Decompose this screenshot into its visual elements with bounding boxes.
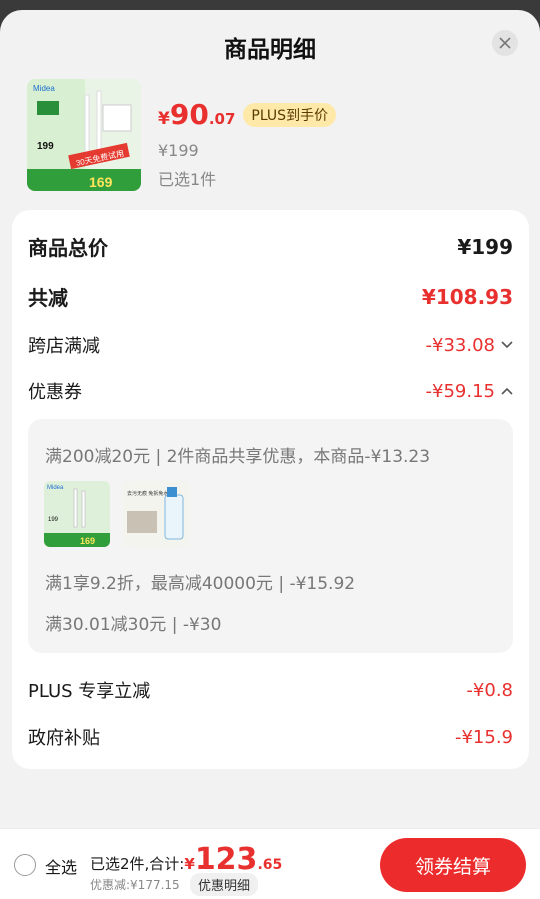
coupon-line-1: 满200减20元 | 2件商品共享优惠，本商品-¥13.23	[45, 447, 431, 467]
coupon-product-image-1[interactable]: Midea 199 169	[44, 481, 110, 547]
coupon-row[interactable]: 优惠券 -¥59.15	[28, 378, 513, 404]
plus-row: PLUS 专享立减 -¥0.8	[28, 677, 513, 703]
price-decimal: .07	[208, 110, 236, 128]
discount-detail-button[interactable]: 优惠明细	[190, 873, 259, 896]
summary-text: 已选2件,合计:	[90, 855, 185, 873]
coupon-value: -¥59.15	[425, 380, 495, 402]
checkout-bar: 全选 已选2件,合计: ¥ 123 .65 优惠减:¥177.15 优惠明细 领…	[0, 828, 540, 899]
total-row: 商品总价 ¥199	[28, 232, 513, 261]
gov-subsidy-value: -¥15.9	[454, 726, 513, 748]
toothbrush-image: Midea 199 169	[44, 481, 110, 547]
chevron-up-icon[interactable]	[501, 387, 513, 395]
select-all-label[interactable]: 全选	[45, 854, 77, 878]
img1-price: 199	[48, 517, 59, 523]
checkout-button[interactable]: 领券结算	[380, 838, 526, 892]
coupon-label: 优惠券	[28, 382, 82, 403]
toothbrush-product-image: Midea 199 30天免费试用 169	[27, 79, 141, 191]
order-summary: 已选2件,合计: ¥ 123 .65	[90, 845, 282, 875]
sheet-title: 商品明细	[224, 37, 316, 63]
original-price: ¥199	[158, 141, 199, 160]
thumb-brand: Midea	[33, 84, 55, 93]
coupon-line-2: 满1享9.2折，最高减40000元 | -¥15.92	[45, 574, 356, 594]
coupon-product-image-2[interactable]: 去污无痕 免拆免水洗	[123, 481, 189, 547]
total-value: ¥199	[457, 234, 513, 259]
img1-deal-price: 169	[80, 536, 95, 546]
total-integer: 123	[194, 842, 258, 877]
product-detail-sheet: 商品明细 Midea 199 30天免费试用 169 ¥ 90 .07 PLUS…	[0, 10, 540, 899]
chevron-down-icon[interactable]	[501, 341, 513, 349]
reduce-label: 共减	[28, 286, 68, 310]
coupon-line-3: 满30.01减30元 | -¥30	[45, 615, 222, 635]
price-integer: 90	[169, 98, 209, 131]
saved-amount: 优惠减:¥177.15	[90, 878, 180, 892]
plus-value: -¥0.8	[466, 679, 513, 701]
cross-store-label: 跨店满减	[28, 336, 100, 357]
reduce-value: ¥108.93	[421, 284, 513, 309]
thumb-price: 199	[37, 141, 54, 152]
thumb-deal-price: 169	[89, 174, 113, 190]
total-label: 商品总价	[28, 236, 108, 260]
select-all-radio[interactable]	[14, 854, 36, 876]
close-button[interactable]	[492, 30, 518, 56]
cross-store-value: -¥33.08	[425, 334, 495, 356]
product-thumbnail[interactable]: Midea 199 30天免费试用 169	[27, 79, 141, 191]
coupon-details: 满200减20元 | 2件商品共享优惠，本商品-¥13.23 Midea 199…	[28, 419, 513, 653]
plus-label: PLUS 专享立减	[28, 681, 151, 702]
selected-count: 已选1件	[158, 170, 217, 189]
gov-subsidy-row: 政府补贴 -¥15.9	[28, 724, 513, 750]
cleaner-spray-image: 去污无痕 免拆免水洗	[123, 481, 189, 547]
total-symbol: ¥	[184, 855, 195, 873]
reduce-row: 共减 ¥108.93	[28, 282, 513, 311]
gov-subsidy-label: 政府补贴	[28, 728, 100, 749]
img1-brand: Midea	[47, 485, 64, 491]
close-icon	[499, 37, 511, 49]
price-breakdown-card: 商品总价 ¥199 共减 ¥108.93 跨店满减 -¥33.08 优惠券 -¥…	[12, 210, 529, 769]
cross-store-row[interactable]: 跨店满减 -¥33.08	[28, 332, 513, 358]
product-price: ¥ 90 .07 PLUS到手价	[158, 98, 337, 131]
total-decimal: .65	[257, 857, 283, 873]
price-symbol: ¥	[158, 109, 170, 129]
plus-price-tag: PLUS到手价	[243, 103, 337, 127]
